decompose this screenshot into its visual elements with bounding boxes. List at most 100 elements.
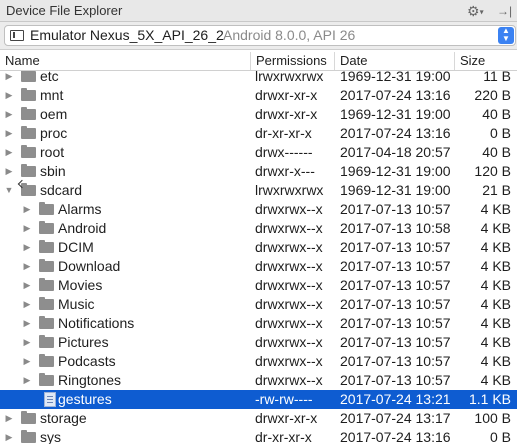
file-row[interactable]: gestures -rw-rw---- 2017-07-24 13:21 1.1 KB xyxy=(0,390,517,409)
device-details: Android 8.0.0, API 26 xyxy=(223,27,356,43)
row-date: 2017-07-13 10:57 xyxy=(340,277,451,293)
folder-icon xyxy=(39,202,54,215)
row-name: gestures xyxy=(58,391,112,407)
folder-row[interactable]: ▶ oem drwxr-xr-x 1969-12-31 19:00 40 B xyxy=(0,105,517,124)
expand-right-arrow-icon[interactable]: ▶ xyxy=(4,143,14,162)
row-date: 1969-12-31 19:00 xyxy=(340,182,451,198)
row-permissions: lrwxrwxrwx xyxy=(255,182,324,198)
row-date: 2017-07-13 10:57 xyxy=(340,201,451,217)
expand-right-arrow-icon[interactable]: ▶ xyxy=(4,71,14,86)
expand-right-arrow-icon[interactable]: ▶ xyxy=(22,238,32,257)
row-name: Android xyxy=(58,220,107,236)
folder-icon xyxy=(21,430,36,443)
row-name: root xyxy=(40,144,65,160)
row-size: 220 B xyxy=(474,87,511,103)
device-selector[interactable]: Emulator Nexus_5X_API_26_2 Android 8.0.0… xyxy=(4,25,516,46)
expand-down-arrow-icon[interactable]: ▼ xyxy=(4,181,14,200)
row-permissions: drwxrwx--x xyxy=(255,201,323,217)
row-permissions: dr-xr-xr-x xyxy=(255,125,312,141)
folder-row[interactable]: ▶ sbin drwxr-x--- 1969-12-31 19:00 120 B xyxy=(0,162,517,181)
expand-right-arrow-icon[interactable]: ▶ xyxy=(4,162,14,181)
folder-icon xyxy=(21,411,36,424)
folder-row[interactable]: ▶ DCIM drwxrwx--x 2017-07-13 10:57 4 KB xyxy=(0,238,517,257)
folder-row[interactable]: ▶ Music drwxrwx--x 2017-07-13 10:57 4 KB xyxy=(0,295,517,314)
table-header: Name Permissions Date Size xyxy=(0,52,517,71)
row-size: 1.1 KB xyxy=(468,391,511,407)
expand-right-arrow-icon[interactable]: ▶ xyxy=(22,314,32,333)
row-date: 2017-07-13 10:57 xyxy=(340,372,451,388)
row-size: 4 KB xyxy=(480,201,511,217)
row-size: 4 KB xyxy=(480,372,511,388)
row-name: Movies xyxy=(58,277,103,293)
folder-row[interactable]: ▶ root drwx------ 2017-04-18 20:57 40 B xyxy=(0,143,517,162)
expand-right-arrow-icon[interactable]: ▶ xyxy=(22,276,32,295)
row-size: 4 KB xyxy=(480,353,511,369)
row-size: 4 KB xyxy=(480,315,511,331)
folder-row[interactable]: ▼ sdcard lrwxrwxrwx 1969-12-31 19:00 21 B xyxy=(0,181,517,200)
row-name: sbin xyxy=(40,163,66,179)
row-size: 4 KB xyxy=(480,258,511,274)
row-permissions: dr-xr-xr-x xyxy=(255,429,312,444)
column-header-name[interactable]: Name xyxy=(0,52,251,70)
row-permissions: drwxrwx--x xyxy=(255,315,323,331)
folder-icon xyxy=(21,71,36,82)
folder-row[interactable]: ▶ storage drwxr-xr-x 2017-07-24 13:17 100 B xyxy=(0,409,517,428)
row-date: 2017-07-13 10:57 xyxy=(340,239,451,255)
folder-row[interactable]: ▶ proc dr-xr-xr-x 2017-07-24 13:16 0 B xyxy=(0,124,517,143)
folder-row[interactable]: ▶ Movies drwxrwx--x 2017-07-13 10:57 4 KB xyxy=(0,276,517,295)
row-date: 2017-07-13 10:57 xyxy=(340,353,451,369)
expand-right-arrow-icon[interactable]: ▶ xyxy=(22,219,32,238)
dropdown-arrows-icon[interactable]: ▲ ▼ xyxy=(498,27,514,44)
expand-right-arrow-icon[interactable]: ▶ xyxy=(4,124,14,143)
folder-row[interactable]: ▶ Alarms drwxrwx--x 2017-07-13 10:57 4 KB xyxy=(0,200,517,219)
expand-right-arrow-icon[interactable]: ▶ xyxy=(22,200,32,219)
row-permissions: drwxrwx--x xyxy=(255,239,323,255)
row-name: Notifications xyxy=(58,315,135,331)
row-date: 2017-07-13 10:57 xyxy=(340,296,451,312)
folder-row[interactable]: ▶ Notifications drwxrwx--x 2017-07-13 10:57… xyxy=(0,314,517,333)
file-tree: ▶ etc lrwxrwxrwx 1969-12-31 19:00 11 B ▶ mnt dr… xyxy=(0,71,517,444)
folder-icon xyxy=(21,126,36,139)
phone-device-icon xyxy=(10,30,24,41)
hide-panel-icon[interactable]: →| xyxy=(497,1,515,21)
row-date: 1969-12-31 19:00 xyxy=(340,71,451,84)
column-header-date[interactable]: Date xyxy=(335,52,455,70)
column-header-size[interactable]: Size xyxy=(455,52,517,70)
row-size: 11 B xyxy=(483,71,511,84)
expand-right-arrow-icon[interactable]: ▶ xyxy=(4,409,14,428)
folder-row[interactable]: ▶ mnt drwxr-xr-x 2017-07-24 13:16 220 B xyxy=(0,86,517,105)
row-permissions: drwxrwx--x xyxy=(255,334,323,350)
column-header-permissions[interactable]: Permissions xyxy=(251,52,335,70)
expand-right-arrow-icon[interactable]: ▶ xyxy=(4,428,14,444)
file-icon xyxy=(44,392,56,407)
folder-row[interactable]: ▶ Android drwxrwx--x 2017-07-13 10:58 4 KB xyxy=(0,219,517,238)
row-date: 2017-07-24 13:21 xyxy=(340,391,451,407)
folder-row[interactable]: ▶ Podcasts drwxrwx--x 2017-07-13 10:57 4 KB xyxy=(0,352,517,371)
row-permissions: drwxr-xr-x xyxy=(255,106,318,122)
folder-icon xyxy=(21,164,36,177)
row-permissions: lrwxrwxrwx xyxy=(255,71,324,84)
row-permissions: drwxr-xr-x xyxy=(255,410,318,426)
folder-icon xyxy=(39,316,54,329)
expand-right-arrow-icon[interactable]: ▶ xyxy=(4,105,14,124)
folder-row[interactable]: ▶ Ringtones drwxrwx--x 2017-07-13 10:57 4 KB xyxy=(0,371,517,390)
folder-row[interactable]: ▶ sys dr-xr-xr-x 2017-07-24 13:16 0 B xyxy=(0,428,517,444)
expand-right-arrow-icon[interactable]: ▶ xyxy=(22,371,32,390)
row-permissions: drwxr-xr-x xyxy=(255,87,318,103)
row-date: 2017-07-13 10:57 xyxy=(340,258,451,274)
folder-row[interactable]: ▶ Pictures drwxrwx--x 2017-07-13 10:57 4 KB xyxy=(0,333,517,352)
tool-window-header: Device File Explorer ⚙▾ →| xyxy=(0,0,517,22)
row-date: 2017-07-24 13:17 xyxy=(340,410,451,426)
folder-row[interactable]: ▶ etc lrwxrwxrwx 1969-12-31 19:00 11 B xyxy=(0,71,517,86)
expand-right-arrow-icon[interactable]: ▶ xyxy=(22,295,32,314)
expand-right-arrow-icon[interactable]: ▶ xyxy=(22,352,32,371)
expand-right-arrow-icon[interactable]: ▶ xyxy=(22,257,32,276)
expand-right-arrow-icon[interactable]: ▶ xyxy=(22,333,32,352)
row-permissions: drwx------ xyxy=(255,144,313,160)
folder-row[interactable]: ▶ Download drwxrwx--x 2017-07-13 10:57 4 KB xyxy=(0,257,517,276)
row-name: sdcard xyxy=(40,182,83,198)
gear-icon[interactable]: ⚙▾ xyxy=(467,1,493,21)
expand-right-arrow-icon[interactable]: ▶ xyxy=(4,86,14,105)
row-date: 1969-12-31 19:00 xyxy=(340,163,451,179)
row-permissions: drwxrwx--x xyxy=(255,372,323,388)
